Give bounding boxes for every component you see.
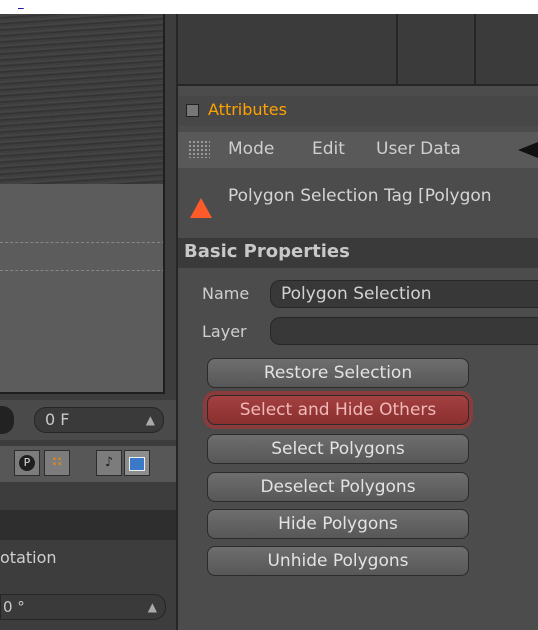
playback-icon[interactable]: P (14, 450, 40, 476)
viewport[interactable] (0, 14, 165, 394)
rotation-field[interactable]: 0 ° ▲ (0, 594, 166, 620)
layer-row: Layer (178, 316, 538, 348)
left-panel: 0 F ▲ P ∷ ♪ otation 0 ° ▲ (0, 14, 176, 630)
viewport-border (163, 14, 165, 394)
menu-edit[interactable]: Edit (312, 139, 345, 159)
stepper-arrows-icon[interactable]: ▲ (148, 595, 157, 619)
rotation-value: 0 ° (3, 598, 25, 616)
keyframe-grid-icon[interactable]: ∷ (44, 450, 70, 476)
section-header: Basic Properties (178, 238, 538, 268)
manager-cell (178, 14, 398, 84)
name-field[interactable]: Polygon Selection (270, 280, 538, 308)
unhide-polygons-button[interactable]: Unhide Polygons (207, 546, 469, 576)
coordinates-header (0, 510, 176, 540)
deselect-polygons-button[interactable]: Deselect Polygons (207, 472, 469, 502)
layout-icon[interactable] (124, 450, 150, 476)
section-title: Basic Properties (184, 241, 350, 262)
layer-field[interactable] (270, 317, 538, 345)
viewport-border (0, 392, 165, 394)
manager-border (178, 84, 538, 86)
floor-plane (0, 184, 165, 394)
object-manager-area (178, 14, 538, 86)
select-polygons-button[interactable]: Select Polygons (207, 434, 469, 464)
tag-title-row: Polygon Selection Tag [Polygon (178, 176, 538, 222)
grip-icon[interactable] (188, 140, 210, 158)
timeline-controls: 0 F ▲ (0, 400, 176, 440)
name-row: Name Polygon Selection (178, 278, 538, 310)
back-arrow-icon[interactable] (518, 142, 538, 158)
stepper-arrows-icon[interactable]: ▲ (146, 408, 155, 432)
top-caption-strip (0, 0, 538, 14)
manager-cell (398, 14, 476, 84)
restore-selection-button[interactable]: Restore Selection (207, 358, 469, 388)
timeline-knob[interactable] (0, 406, 14, 434)
menu-user-data[interactable]: User Data (376, 139, 461, 159)
frame-field[interactable]: 0 F ▲ (34, 407, 164, 433)
panel-menu-box-icon[interactable] (186, 104, 199, 117)
name-label: Name (202, 284, 250, 303)
attributes-menubar: Mode Edit User Data (178, 132, 538, 168)
select-and-hide-others-button[interactable]: Select and Hide Others (207, 395, 469, 425)
rotation-label: otation (0, 548, 57, 567)
sound-icon[interactable]: ♪ (96, 450, 122, 476)
attributes-title: Attributes (208, 100, 287, 119)
grid-line (0, 242, 165, 243)
hide-polygons-button[interactable]: Hide Polygons (207, 509, 469, 539)
attributes-titlebar: Attributes (178, 96, 538, 126)
grid-line (0, 270, 165, 271)
tag-title: Polygon Selection Tag [Polygon (228, 186, 492, 206)
menu-mode[interactable]: Mode (228, 139, 274, 159)
playback-toolbar: P ∷ ♪ (0, 446, 176, 482)
layer-label: Layer (202, 322, 247, 341)
polygon-selection-tag-icon (190, 198, 212, 218)
frame-value: 0 F (45, 410, 70, 429)
